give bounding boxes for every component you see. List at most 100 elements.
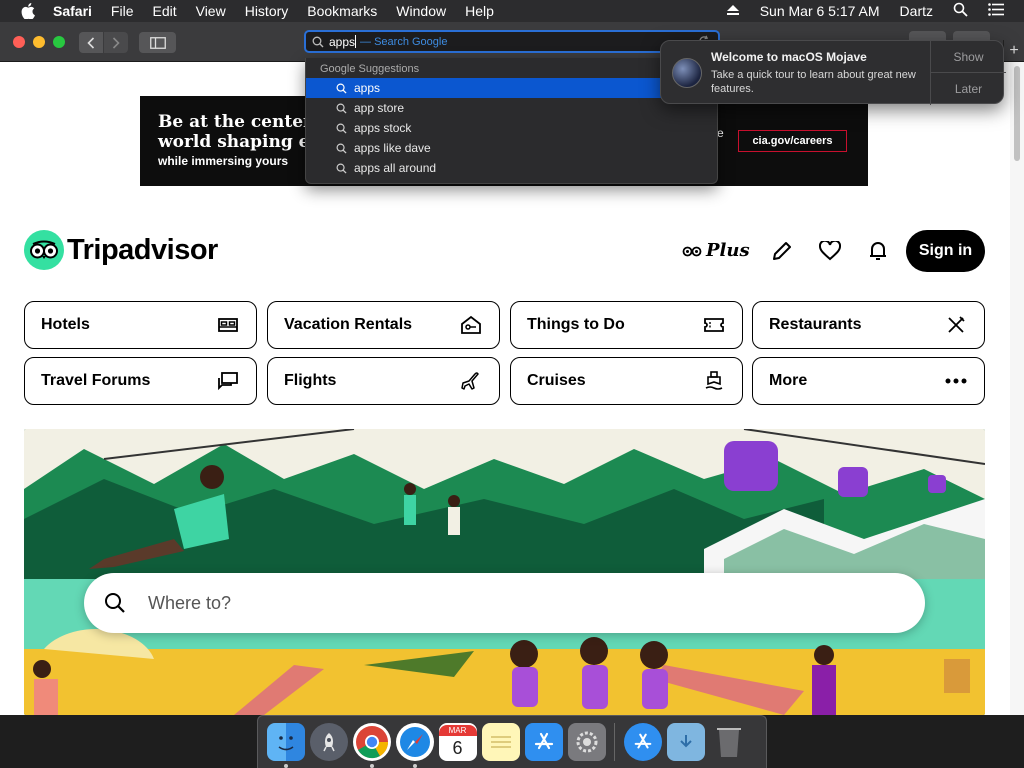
suggestion-item[interactable]: apps [306, 78, 719, 98]
address-bar[interactable]: apps — Search Google [304, 30, 720, 53]
trash-icon [716, 728, 741, 757]
chat-bubbles-icon [216, 369, 240, 393]
sidebar-icon [149, 36, 166, 49]
sign-in-button[interactable]: Sign in [906, 230, 985, 272]
dock-notes[interactable] [481, 723, 520, 761]
scrollbar-thumb[interactable] [1014, 66, 1020, 161]
spotlight-icon[interactable] [953, 2, 968, 20]
menu-bar: Safari File Edit View History Bookmarks … [0, 0, 1024, 22]
app-store-icon [534, 732, 553, 750]
suggestion-item[interactable]: apps stock [306, 118, 719, 138]
text-caret [355, 35, 357, 48]
menu-bookmarks[interactable]: Bookmarks [307, 0, 377, 22]
search-icon [312, 36, 324, 47]
dock-app-store-downloads[interactable] [623, 723, 662, 761]
dock-chrome[interactable] [352, 723, 391, 768]
new-tab-button[interactable]: + [1003, 40, 1024, 62]
zoom-window-button[interactable] [53, 36, 65, 48]
category-cruises[interactable]: Cruises [510, 357, 743, 405]
notification-actions: Show Later [930, 41, 1006, 105]
category-label: Travel Forums [41, 372, 151, 389]
menubar-user[interactable]: Dartz [900, 3, 933, 19]
dock-calendar[interactable]: MAR 6 [438, 723, 477, 761]
close-window-button[interactable] [13, 36, 25, 48]
apple-menu-icon[interactable] [19, 2, 37, 20]
category-label: More [769, 372, 808, 389]
ship-icon [702, 369, 726, 393]
suggestion-item[interactable]: app store [306, 98, 719, 118]
notification-body: Take a quick tour to learn about great n… [711, 69, 916, 95]
category-travel-forums[interactable]: Travel Forums [24, 357, 257, 405]
dock-downloads-folder[interactable] [666, 723, 705, 761]
search-icon [336, 103, 347, 114]
search-icon [336, 143, 347, 154]
menu-history[interactable]: History [245, 0, 289, 22]
chrome-icon [355, 726, 388, 759]
dock-launchpad[interactable] [309, 723, 348, 761]
forward-button[interactable] [104, 32, 128, 53]
write-review-button[interactable] [769, 238, 795, 264]
search-icon [336, 163, 347, 174]
category-label: Things to Do [527, 316, 625, 333]
menu-edit[interactable]: Edit [152, 0, 176, 22]
hero-illustration [24, 429, 985, 715]
where-to-search[interactable]: Where to? [84, 573, 925, 633]
notification-later-button[interactable]: Later [931, 73, 1006, 105]
address-completion-hint: — Search Google [360, 35, 448, 48]
brand-wordmark: Tripadvisor [67, 233, 218, 266]
compass-icon [399, 727, 430, 757]
dock-app-store[interactable] [524, 723, 563, 761]
menu-app-name[interactable]: Safari [53, 0, 92, 22]
control-menu-icon[interactable] [988, 3, 1004, 19]
menu-help[interactable]: Help [465, 0, 494, 22]
chevron-right-icon [112, 36, 120, 49]
dock-system-preferences[interactable] [567, 723, 606, 761]
dock-safari[interactable] [395, 723, 434, 768]
category-restaurants[interactable]: Restaurants [752, 301, 985, 349]
notifications-button[interactable] [865, 238, 891, 264]
category-label: Vacation Rentals [284, 316, 413, 333]
bell-icon [870, 242, 886, 260]
category-label: Flights [284, 372, 337, 389]
menu-file[interactable]: File [111, 0, 134, 22]
sidebar-toggle-button[interactable] [139, 32, 176, 53]
owl-eyes-icon [682, 246, 702, 256]
chevron-left-icon [87, 36, 95, 49]
category-vacation-rentals[interactable]: Vacation Rentals [267, 301, 500, 349]
category-label: Cruises [527, 372, 586, 389]
finder-face-icon [278, 736, 293, 751]
heart-icon [819, 241, 841, 261]
category-hotels[interactable]: Hotels [24, 301, 257, 349]
trips-button[interactable] [817, 238, 843, 264]
menu-view[interactable]: View [196, 0, 226, 22]
menu-window[interactable]: Window [396, 0, 446, 22]
category-flights[interactable]: Flights [267, 357, 500, 405]
dock-trash[interactable] [710, 723, 748, 761]
dock-finder[interactable] [266, 723, 305, 768]
fork-knife-icon [944, 313, 968, 337]
calendar-day: 6 [452, 737, 463, 758]
suggestion-item[interactable]: apps like dave [306, 138, 719, 158]
dock: MAR 6 [257, 715, 767, 768]
rocket-icon [322, 733, 335, 752]
back-button[interactable] [79, 32, 103, 53]
page-scrollbar[interactable] [1010, 62, 1024, 715]
notes-lines-icon [490, 736, 511, 748]
dock-separator [614, 723, 615, 761]
running-indicator [369, 764, 374, 768]
menubar-clock[interactable]: Sun Mar 6 5:17 AM [760, 3, 880, 19]
mojave-welcome-notification[interactable]: Welcome to macOS Mojave Take a quick tou… [660, 40, 1006, 105]
app-store-icon [634, 733, 651, 749]
house-key-icon [459, 313, 483, 337]
mojave-app-icon [672, 58, 702, 88]
eject-icon[interactable] [726, 3, 740, 19]
notification-show-button[interactable]: Show [931, 41, 1006, 73]
ad-subline: while immersing yours [158, 154, 289, 168]
category-more[interactable]: More [752, 357, 985, 405]
minimize-window-button[interactable] [33, 36, 45, 48]
category-things-to-do[interactable]: Things to Do [510, 301, 743, 349]
suggestion-item[interactable]: apps all around [306, 158, 719, 178]
tripadvisor-plus-link[interactable]: Plus [682, 240, 750, 261]
ad-cta-button[interactable]: cia.gov/careers [738, 130, 847, 152]
tripadvisor-logo[interactable]: Tripadvisor [24, 230, 218, 270]
